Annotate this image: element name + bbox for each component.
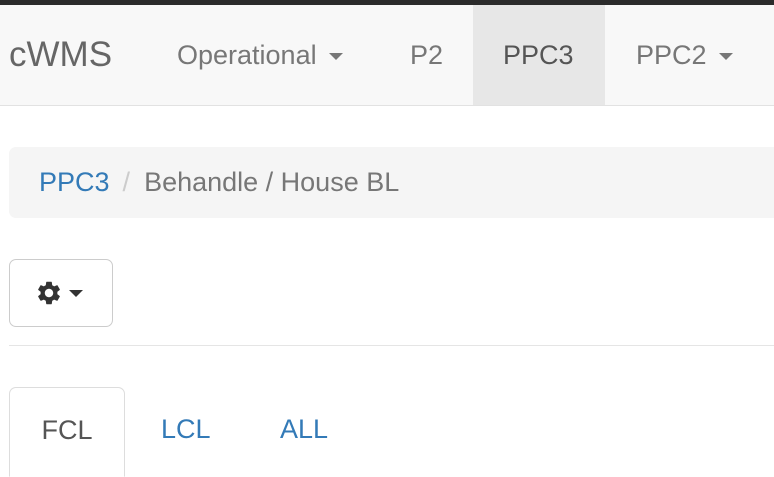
tab-lcl[interactable]: LCL [161,387,241,477]
main-navbar: cWMS Operational P2 PPC3 PPC2 [0,5,774,106]
breadcrumb: PPC3 / Behandle / House BL [9,147,774,218]
nav-item-label: Operational [177,39,317,70]
breadcrumb-current: Behandle / House BL [144,167,400,197]
tab-label: FCL [41,415,93,445]
breadcrumb-separator: / [122,167,131,197]
tab-label: LCL [161,414,211,444]
nav-item-label: P2 [410,39,444,70]
chevron-down-icon [718,53,733,60]
tab-bar: FCL LCL ALL [9,387,774,477]
nav-item-label: PPC3 [503,39,574,70]
settings-dropdown-button[interactable] [9,259,113,327]
tab-label: ALL [280,414,329,444]
nav-item-operational[interactable]: Operational [157,5,370,105]
nav-item-ppc2[interactable]: PPC2 [605,5,774,105]
caret-down-icon [69,289,83,297]
tab-all[interactable]: ALL [280,387,360,477]
divider [9,345,774,346]
chevron-down-icon [328,53,343,60]
gear-icon [35,279,63,307]
nav-item-ppc3[interactable]: PPC3 [473,5,605,105]
brand-logo[interactable]: cWMS [9,33,112,77]
nav-item-label: PPC2 [636,39,707,70]
breadcrumb-link-ppc3[interactable]: PPC3 [39,167,110,198]
tab-fcl[interactable]: FCL [9,387,125,477]
nav-item-p2[interactable]: P2 [390,5,472,105]
